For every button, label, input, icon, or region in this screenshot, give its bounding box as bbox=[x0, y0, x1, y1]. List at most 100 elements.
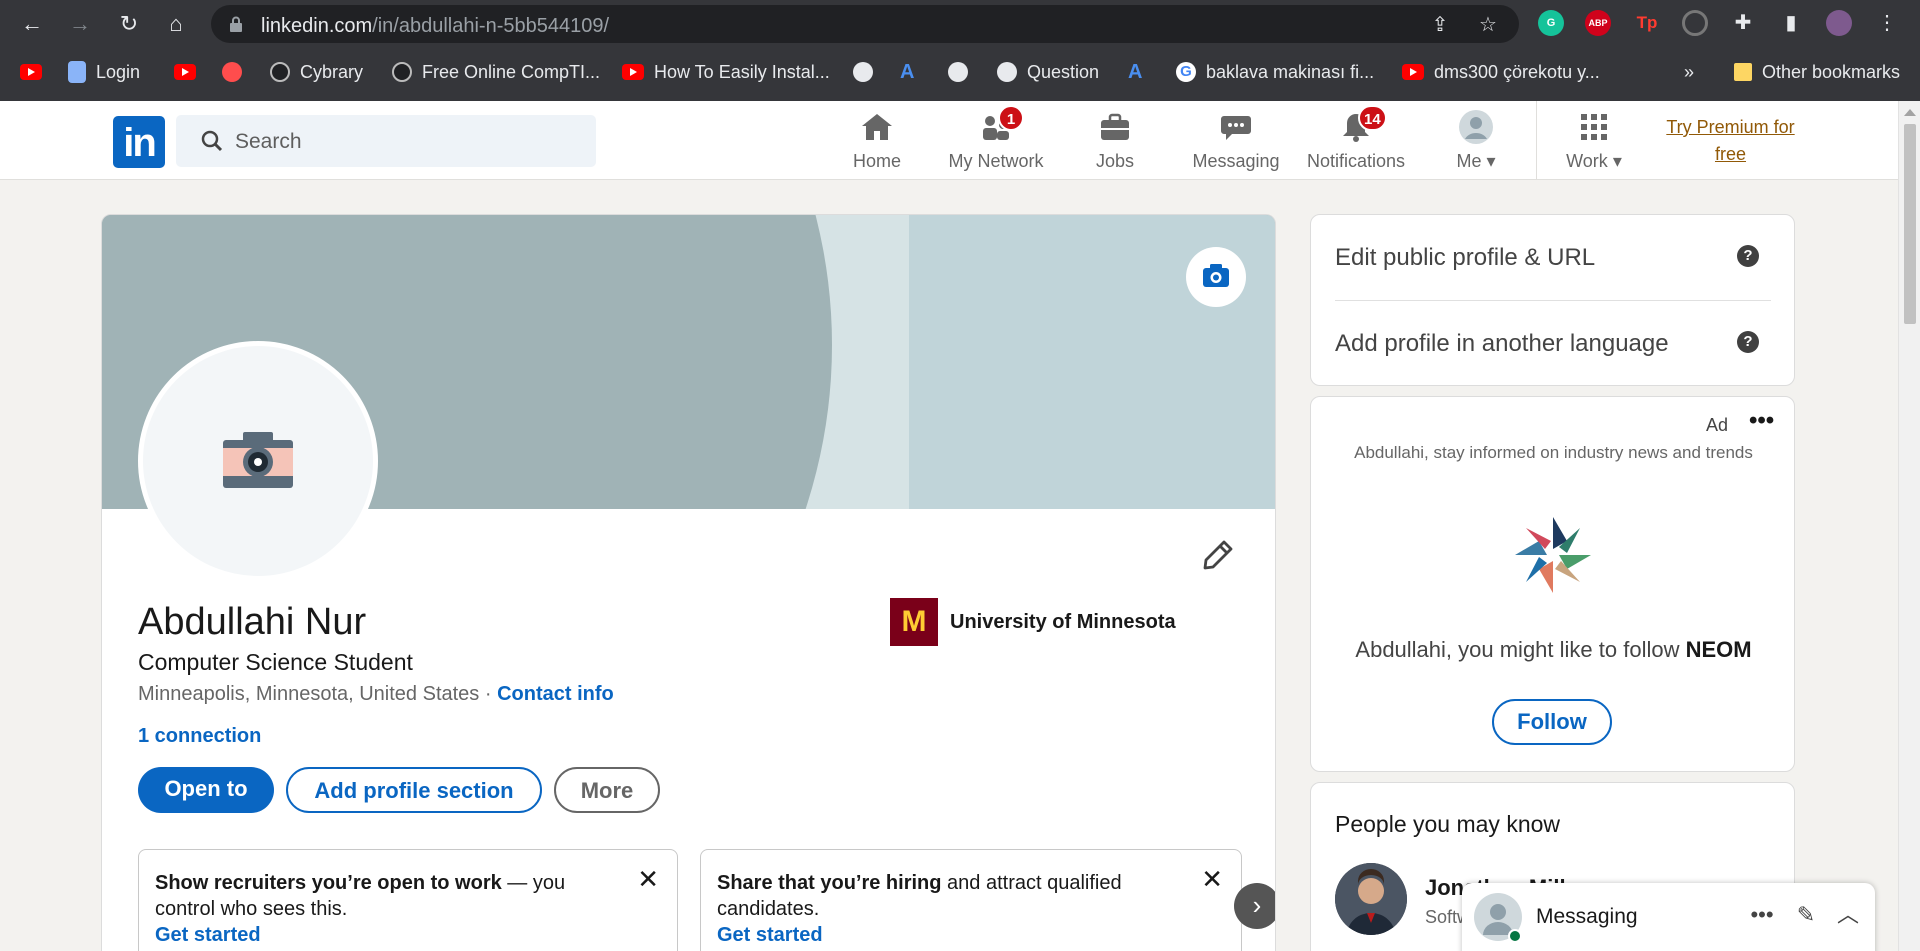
more-options-icon[interactable]: ••• bbox=[1748, 901, 1776, 929]
nav-label: Messaging bbox=[1192, 151, 1280, 171]
nav-work[interactable]: Work ▾ bbox=[1558, 109, 1630, 173]
profile-name: Abdullahi Nur bbox=[138, 601, 367, 643]
sidepanel-icon[interactable]: ▮ bbox=[1780, 12, 1802, 34]
bookmark-cybrary[interactable]: Cybrary bbox=[270, 58, 363, 86]
open-to-button[interactable]: Open to bbox=[138, 767, 274, 813]
contact-info-link[interactable]: Contact info bbox=[497, 683, 614, 705]
chrome-menu-icon[interactable]: ⋮ bbox=[1876, 12, 1898, 34]
compose-icon[interactable]: ✎ bbox=[1792, 901, 1820, 929]
open-to-work-card: ✕ Show recruiters you’re open to work — … bbox=[138, 849, 678, 951]
back-icon[interactable]: ← bbox=[18, 10, 46, 38]
bookmark-dms300[interactable]: dms300 çörekotu y... bbox=[1402, 58, 1600, 86]
follow-text: Abdullahi, you might like to follow bbox=[1355, 637, 1686, 662]
nav-label: Work ▾ bbox=[1558, 151, 1630, 172]
edit-cover-button[interactable] bbox=[1186, 247, 1246, 307]
avatar[interactable] bbox=[1335, 863, 1407, 935]
nav-jobs[interactable]: Jobs bbox=[1084, 109, 1146, 173]
nav-notifications[interactable]: 14 Notifications bbox=[1304, 105, 1408, 173]
bookmark-youtube-2[interactable] bbox=[174, 58, 196, 86]
help-icon[interactable]: ? bbox=[1737, 245, 1759, 267]
more-options-icon[interactable]: ••• bbox=[1749, 407, 1774, 435]
bookmark-howto[interactable]: How To Easily Instal... bbox=[622, 58, 830, 86]
bookmarks-overflow[interactable]: » bbox=[1684, 58, 1694, 86]
bookmark-site[interactable] bbox=[222, 58, 242, 86]
scroll-thumb[interactable] bbox=[1904, 124, 1916, 324]
grammarly-extension-icon[interactable]: G bbox=[1538, 10, 1564, 36]
follow-suggestion: Abdullahi, you might like to follow NEOM bbox=[1311, 637, 1796, 663]
bookmark-a-2[interactable]: A bbox=[1128, 58, 1142, 86]
carousel-next-button[interactable]: › bbox=[1234, 883, 1275, 929]
bookmark-globe[interactable] bbox=[853, 58, 873, 86]
nav-divider bbox=[1536, 101, 1537, 180]
bookmark-login[interactable]: Login bbox=[68, 58, 140, 86]
url-domain: linkedin.com bbox=[261, 15, 373, 37]
bookmark-baklava[interactable]: Gbaklava makinası fi... bbox=[1176, 58, 1374, 86]
more-button[interactable]: More bbox=[554, 767, 660, 813]
get-started-link[interactable]: Get started bbox=[717, 922, 1225, 948]
bookmark-comptia[interactable]: Free Online CompTI... bbox=[392, 58, 600, 86]
follow-button[interactable]: Follow bbox=[1492, 699, 1612, 745]
nav-me[interactable]: Me ▾ bbox=[1444, 109, 1508, 173]
connections-link[interactable]: 1 connection bbox=[138, 725, 261, 748]
premium-line-2: free bbox=[1714, 144, 1747, 164]
company-name: NEOM bbox=[1685, 637, 1752, 662]
bookmark-a[interactable]: A bbox=[900, 58, 914, 86]
get-started-link[interactable]: Get started bbox=[155, 922, 661, 948]
avatar bbox=[1459, 110, 1493, 144]
puzzle-extensions-icon[interactable]: ✚ bbox=[1732, 12, 1754, 34]
youtube-icon bbox=[622, 64, 644, 80]
help-icon[interactable]: ? bbox=[1737, 331, 1759, 353]
home-icon[interactable]: ⌂ bbox=[162, 10, 190, 38]
add-language-link[interactable]: Add profile in another language? bbox=[1335, 301, 1771, 387]
online-status-dot bbox=[1508, 929, 1522, 943]
close-icon[interactable]: ✕ bbox=[1201, 866, 1223, 892]
globe-icon bbox=[948, 62, 968, 82]
try-premium-link[interactable]: Try Premium for free bbox=[1648, 114, 1813, 168]
youtube-icon bbox=[20, 64, 42, 80]
work-label: Work bbox=[1566, 151, 1608, 171]
globe-icon bbox=[853, 62, 873, 82]
linkedin-logo[interactable]: in bbox=[113, 116, 165, 168]
reload-icon[interactable]: ↻ bbox=[115, 10, 143, 38]
other-bookmarks[interactable]: Other bookmarks bbox=[1734, 58, 1900, 86]
browser-toolbar: ← → ↻ ⌂ linkedin.com/in/abdullahi-n-5bb5… bbox=[0, 0, 1920, 101]
edit-public-profile-link[interactable]: Edit public profile & URL? bbox=[1335, 215, 1771, 301]
bell-icon: 14 bbox=[1338, 105, 1387, 145]
star-icon[interactable]: ☆ bbox=[1477, 14, 1499, 36]
scroll-up-arrow[interactable] bbox=[1904, 109, 1916, 116]
messaging-overlay[interactable]: Messaging ••• ✎ ︿ bbox=[1462, 883, 1875, 951]
forward-icon[interactable]: → bbox=[66, 10, 94, 38]
ad-card: Ad ••• Abdullahi, stay informed on indus… bbox=[1310, 396, 1795, 772]
promo-text: Show recruiters you’re open to work — yo… bbox=[155, 870, 661, 922]
address-bar[interactable]: linkedin.com/in/abdullahi-n-5bb544109/ ⇪… bbox=[211, 5, 1519, 43]
tp-extension-icon[interactable]: Tp bbox=[1634, 10, 1660, 36]
profile-photo-placeholder[interactable] bbox=[138, 341, 378, 581]
nav-messaging[interactable]: Messaging bbox=[1188, 109, 1284, 173]
neom-logo bbox=[1515, 517, 1591, 593]
adblock-extension-icon[interactable]: ABP bbox=[1585, 10, 1611, 36]
education-link[interactable]: M University of Minnesota bbox=[890, 598, 1176, 646]
ad-label: Ad bbox=[1706, 415, 1729, 435]
camera-icon bbox=[223, 432, 293, 488]
bookmark-question[interactable]: Question bbox=[997, 58, 1099, 86]
circle-extension-icon[interactable] bbox=[1682, 10, 1708, 36]
pencil-icon[interactable] bbox=[1200, 537, 1236, 573]
page-icon bbox=[68, 61, 86, 83]
chevron-up-icon[interactable]: ︿ bbox=[1834, 901, 1862, 929]
bookmark-youtube[interactable] bbox=[20, 58, 42, 86]
bookmark-globe-2[interactable] bbox=[948, 58, 968, 86]
url-text: linkedin.com/in/abdullahi-n-5bb544109/ bbox=[261, 15, 609, 38]
promo-text: Share that you’re hiring and attract qua… bbox=[717, 870, 1225, 922]
close-icon[interactable]: ✕ bbox=[637, 866, 659, 892]
site-icon: A bbox=[900, 60, 915, 83]
nav-my-network[interactable]: 1 My Network bbox=[944, 105, 1048, 173]
share-icon[interactable]: ⇪ bbox=[1429, 14, 1451, 36]
page-scrollbar[interactable] bbox=[1898, 101, 1920, 951]
site-icon: A bbox=[1128, 60, 1143, 83]
search-input[interactable]: Search bbox=[176, 115, 596, 167]
profile-avatar[interactable] bbox=[1826, 10, 1852, 36]
add-profile-section-button[interactable]: Add profile section bbox=[286, 767, 542, 813]
youtube-icon bbox=[1402, 64, 1424, 80]
nav-home[interactable]: Home bbox=[846, 109, 908, 173]
home-icon bbox=[862, 114, 892, 140]
